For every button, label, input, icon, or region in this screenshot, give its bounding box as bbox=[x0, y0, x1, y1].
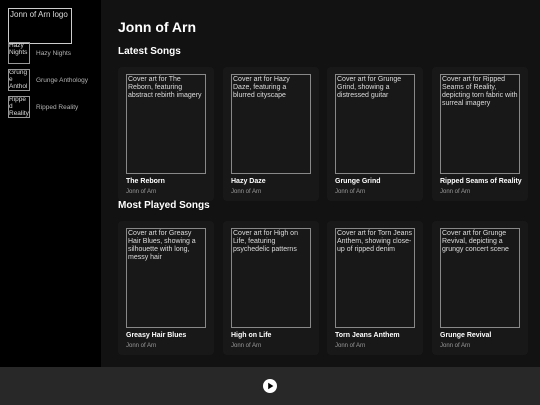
song-title: The Reborn bbox=[126, 178, 165, 185]
cover-alt-text: Cover art for Grunge Grind, showing a di… bbox=[337, 76, 402, 100]
song-artist: Jonn of Arn bbox=[231, 343, 262, 349]
main-content: Jonn of Arn Latest Songs Cover art for T… bbox=[101, 0, 540, 367]
logo-alt-text: Jonn of Arn logo bbox=[10, 10, 68, 19]
song-card[interactable]: Cover art for Ripped Seams of Reality, d… bbox=[432, 67, 528, 201]
song-card[interactable]: Cover art for Hazy Daze, featuring a blu… bbox=[223, 67, 319, 201]
sidebar-item-label: Hazy Nights bbox=[36, 49, 72, 57]
song-card[interactable]: Cover art for The Reborn, featuring abst… bbox=[118, 67, 214, 201]
cover-art: Cover art for The Reborn, featuring abst… bbox=[126, 74, 206, 174]
sidebar: Jonn of Arn logo Hazy Nights Hazy Nights… bbox=[0, 0, 101, 367]
cover-art: Cover art for Hazy Daze, featuring a blu… bbox=[231, 74, 311, 174]
song-title: Grunge Grind bbox=[335, 178, 381, 185]
sidebar-item-label: Ripped Reality bbox=[36, 103, 79, 111]
page-title: Jonn of Arn bbox=[118, 19, 197, 35]
song-title: Ripped Seams of Reality bbox=[440, 178, 522, 185]
cover-art: Cover art for Torn Jeans Anthem, showing… bbox=[335, 228, 415, 328]
song-card[interactable]: Cover art for Grunge Grind, showing a di… bbox=[327, 67, 423, 201]
sidebar-item-hazy-nights[interactable]: Hazy Nights Hazy Nights bbox=[8, 42, 98, 64]
album-thumbnail: Ripped Reality bbox=[8, 96, 30, 118]
cover-alt-text: Cover art for Grunge Revival, depicting … bbox=[442, 230, 509, 254]
cover-alt-text: Cover art for Ripped Seams of Reality, d… bbox=[442, 76, 518, 108]
cover-art: Cover art for Grunge Grind, showing a di… bbox=[335, 74, 415, 174]
song-artist: Jonn of Arn bbox=[335, 343, 366, 349]
album-thumbnail: Hazy Nights bbox=[8, 42, 30, 64]
sidebar-item-ripped-reality[interactable]: Ripped Reality Ripped Reality bbox=[8, 96, 98, 118]
cover-art: Cover art for Grunge Revival, depicting … bbox=[440, 228, 520, 328]
song-card[interactable]: Cover art for High on Life, featuring ps… bbox=[223, 221, 319, 355]
song-artist: Jonn of Arn bbox=[335, 189, 366, 195]
song-artist: Jonn of Arn bbox=[231, 189, 262, 195]
cover-alt-text: Cover art for The Reborn, featuring abst… bbox=[128, 76, 202, 100]
sidebar-item-label: Grunge Anthology bbox=[36, 76, 89, 84]
player-bar bbox=[0, 367, 540, 405]
song-title: Greasy Hair Blues bbox=[126, 332, 187, 339]
thumbnail-alt-text: Hazy Nights bbox=[9, 43, 28, 56]
song-artist: Jonn of Arn bbox=[126, 343, 157, 349]
song-title: Torn Jeans Anthem bbox=[335, 332, 400, 339]
song-artist: Jonn of Arn bbox=[440, 189, 471, 195]
song-artist: Jonn of Arn bbox=[126, 189, 157, 195]
cover-alt-text: Cover art for Greasy Hair Blues, showing… bbox=[128, 230, 196, 262]
cover-alt-text: Cover art for High on Life, featuring ps… bbox=[233, 230, 298, 254]
album-thumbnail: Grunge Anthology bbox=[8, 69, 30, 91]
latest-songs-heading: Latest Songs bbox=[118, 46, 181, 57]
play-button[interactable] bbox=[263, 379, 277, 393]
thumbnail-alt-text: Ripped Reality bbox=[9, 97, 29, 117]
song-title: Grunge Revival bbox=[440, 332, 492, 339]
thumbnail-alt-text: Grunge Anthology bbox=[9, 70, 28, 90]
play-icon bbox=[268, 382, 274, 390]
most-played-heading: Most Played Songs bbox=[118, 200, 210, 211]
song-title: Hazy Daze bbox=[231, 178, 266, 185]
cover-art: Cover art for Greasy Hair Blues, showing… bbox=[126, 228, 206, 328]
song-title: High on Life bbox=[231, 332, 272, 339]
song-card[interactable]: Cover art for Greasy Hair Blues, showing… bbox=[118, 221, 214, 355]
song-card[interactable]: Cover art for Torn Jeans Anthem, showing… bbox=[327, 221, 423, 355]
cover-art: Cover art for High on Life, featuring ps… bbox=[231, 228, 311, 328]
cover-alt-text: Cover art for Hazy Daze, featuring a blu… bbox=[233, 76, 290, 100]
artist-logo[interactable]: Jonn of Arn logo bbox=[8, 8, 72, 44]
cover-art: Cover art for Ripped Seams of Reality, d… bbox=[440, 74, 520, 174]
song-card[interactable]: Cover art for Grunge Revival, depicting … bbox=[432, 221, 528, 355]
song-artist: Jonn of Arn bbox=[440, 343, 471, 349]
sidebar-item-grunge-anthology[interactable]: Grunge Anthology Grunge Anthology bbox=[8, 69, 98, 91]
cover-alt-text: Cover art for Torn Jeans Anthem, showing… bbox=[337, 230, 412, 254]
